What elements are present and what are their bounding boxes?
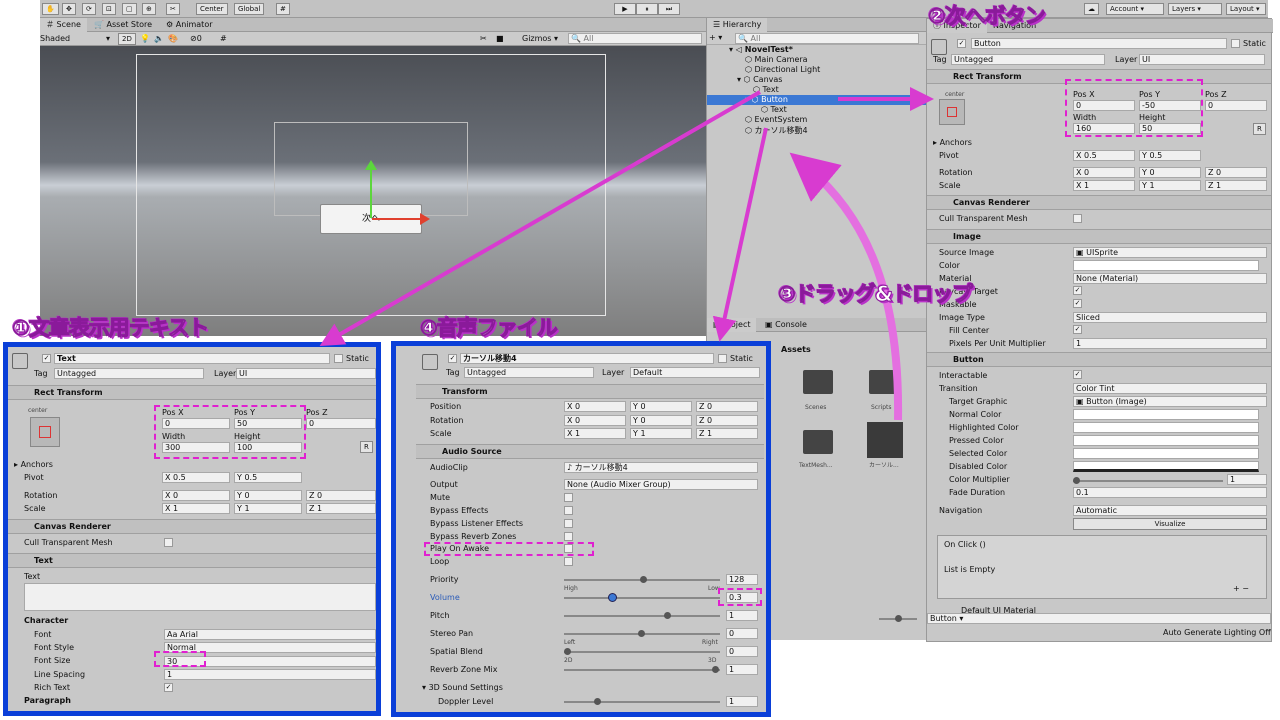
arrow-to-audio	[712, 127, 768, 342]
arrow-to-text	[319, 90, 761, 346]
callout-button: ②次へボタン	[928, 4, 1047, 29]
callout-audio: ④音声ファイル	[420, 316, 559, 341]
annotation-arrows	[319, 87, 934, 421]
callout-text: ①文章表示用テキスト	[11, 316, 209, 341]
callout-drag-drop: ③ドラッグ&ドロップ	[777, 282, 973, 307]
